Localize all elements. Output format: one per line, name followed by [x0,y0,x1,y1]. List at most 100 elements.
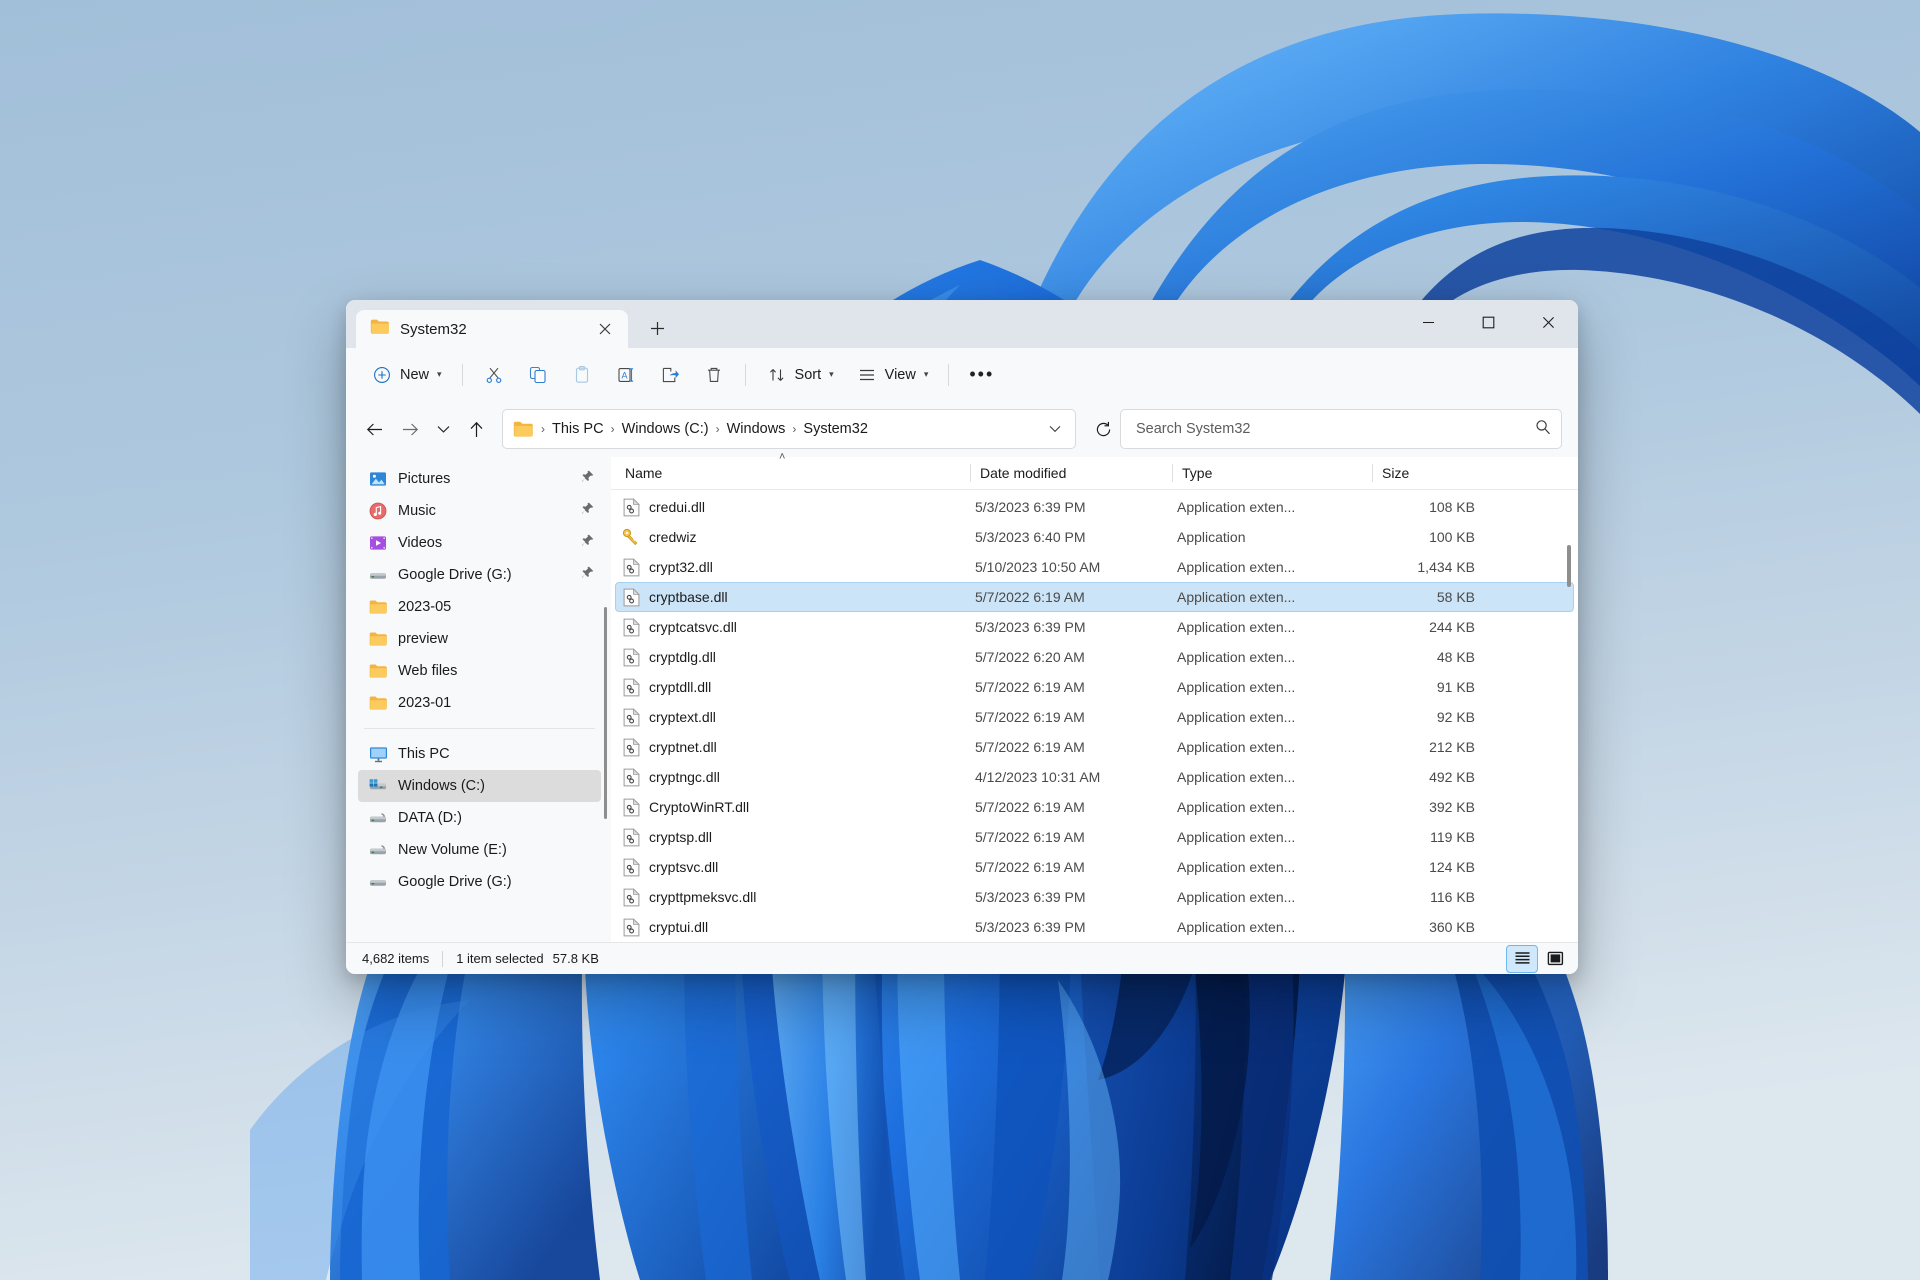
table-row[interactable]: cryptdlg.dll 5/7/2022 6:20 AM Application … [615,642,1574,672]
sidebar-item-pictures[interactable]: Pictures [358,463,601,495]
table-row[interactable]: cryptnet.dll 5/7/2022 6:19 AM Application … [615,732,1574,762]
up-button[interactable] [458,411,494,447]
cell-type: Application exten... [1177,619,1296,635]
table-row[interactable]: cryptui.dll 5/3/2023 6:39 PM Application e… [615,912,1574,942]
breadcrumb-this-pc[interactable]: This PC [546,418,610,440]
breadcrumb-windows[interactable]: Windows [721,418,792,440]
close-icon[interactable] [590,314,620,344]
sidebar-item-google-drive-g[interactable]: Google Drive (G:) [358,866,601,898]
rename-button[interactable]: A [604,356,648,394]
sidebar-item-windows-c[interactable]: Windows (C:) [358,770,601,802]
column-header-date-modified[interactable]: Date modified [970,462,1172,484]
breadcrumb-system32[interactable]: System32 [797,418,873,440]
sidebar-item-data-d[interactable]: DATA (D:) [358,802,601,834]
pin-icon[interactable] [581,534,595,552]
table-row[interactable]: cryptdll.dll 5/7/2022 6:19 AM Application … [615,672,1574,702]
table-row[interactable]: cryptext.dll 5/7/2022 6:19 AM Application … [615,702,1574,732]
sort-button-label: Sort [794,366,822,383]
paste-button[interactable] [560,356,604,394]
new-button-label: New [400,366,430,383]
dll-icon [620,887,642,907]
new-button[interactable]: New ▾ [360,356,453,394]
table-row[interactable]: cryptbase.dll 5/7/2022 6:19 AM Application… [615,582,1574,612]
view-button-label: View [884,366,916,383]
plus-circle-icon [371,364,393,386]
search-input[interactable] [1134,420,1535,438]
dll-icon [620,497,642,517]
delete-button[interactable] [692,356,736,394]
cell-size: 48 KB [1436,649,1475,665]
file-list-scroll-thumb[interactable] [1567,545,1571,587]
share-button[interactable] [648,356,692,394]
plus-icon[interactable] [642,313,672,343]
sidebar-item-label: Music [398,503,436,519]
sort-button[interactable]: Sort ▾ [755,356,845,394]
more-options-button[interactable]: ••• [958,356,1005,394]
sidebar-item-preview[interactable]: preview [358,623,601,655]
dll-icon [620,647,642,667]
search-icon[interactable] [1535,419,1551,440]
folder-icon [368,629,388,649]
sidebar-item-google-drive-g-pinned[interactable]: Google Drive (G:) [358,559,601,591]
table-row[interactable]: cryptsvc.dll 5/7/2022 6:19 AM Application … [615,852,1574,882]
copy-icon [527,364,549,386]
sidebar-item-this-pc[interactable]: This PC [358,738,601,770]
sidebar-item-2023-01[interactable]: 2023-01 [358,687,601,719]
tab-title: System32 [400,320,467,338]
cell-date-modified: 5/10/2023 10:50 AM [975,559,1101,575]
table-row[interactable]: crypttpmeksvc.dll 5/3/2023 6:39 PM Applica… [615,882,1574,912]
breadcrumb-windows-c[interactable]: Windows (C:) [616,418,715,440]
sidebar-item-web-files[interactable]: Web files [358,655,601,687]
window-controls [1398,300,1578,344]
search-box[interactable] [1120,409,1562,449]
pin-icon[interactable] [581,502,595,520]
pin-icon[interactable] [581,470,595,488]
large-icons-view-icon[interactable] [1540,946,1570,972]
dll-icon [620,917,642,937]
pin-icon[interactable] [581,566,595,584]
address-dropdown-button[interactable] [1041,414,1069,444]
column-header-type[interactable]: Type [1172,462,1372,484]
forward-button[interactable] [392,411,428,447]
hdd-icon [368,808,388,828]
sidebar-item-2023-05[interactable]: 2023-05 [358,591,601,623]
cut-button[interactable] [472,356,516,394]
sidebar-item-music[interactable]: Music [358,495,601,527]
key-icon [620,528,642,546]
table-row[interactable]: cryptsp.dll 5/7/2022 6:19 AM Application e… [615,822,1574,852]
column-header-name[interactable]: Name [615,462,970,484]
file-list-scrollbar[interactable] [1563,493,1575,938]
address-bar[interactable]: › This PC › Windows (C:) › Windows › Sys… [502,409,1076,449]
minimize-button[interactable] [1398,300,1458,344]
cell-date-modified: 4/12/2023 10:31 AM [975,769,1101,785]
table-row[interactable]: credwiz 5/3/2023 6:40 PM Application 100 KB [615,522,1574,552]
sidebar-item-label: 2023-01 [398,695,452,711]
sidebar-item-new-volume-e[interactable]: New Volume (E:) [358,834,601,866]
sidebar-scrollbar[interactable] [604,607,607,819]
dll-icon [620,557,642,577]
table-row[interactable]: CryptoWinRT.dll 5/7/2022 6:19 AM Applicati… [615,792,1574,822]
table-row[interactable]: crypt32.dll 5/10/2023 10:50 AM Application… [615,552,1574,582]
column-headers: ˄ Name Date modified Type Size [611,451,1578,490]
back-button[interactable] [356,411,392,447]
details-view-icon[interactable] [1506,944,1538,973]
cell-size: 212 KB [1429,739,1475,755]
table-row[interactable]: cryptcatsvc.dll 5/3/2023 6:39 PM Applicati… [615,612,1574,642]
recent-locations-button[interactable] [428,411,458,447]
tab-system32[interactable]: System32 [356,310,628,348]
sidebar-item-videos[interactable]: Videos [358,527,601,559]
table-row[interactable]: cryptngc.dll 4/12/2023 10:31 AM Applicatio… [615,762,1574,792]
copy-button[interactable] [516,356,560,394]
cell-type: Application exten... [1177,889,1296,905]
table-row[interactable]: credui.dll 5/3/2023 6:39 PM Application ex… [615,492,1574,522]
cell-name: cryptext.dll [649,709,716,725]
cell-date-modified: 5/7/2022 6:19 AM [975,739,1085,755]
cell-name: cryptdll.dll [649,679,712,695]
column-header-size[interactable]: Size [1372,462,1502,484]
close-button[interactable] [1518,300,1578,344]
view-button[interactable]: View ▾ [845,356,940,394]
cell-date-modified: 5/7/2022 6:20 AM [975,649,1085,665]
refresh-button[interactable] [1086,412,1120,446]
videos-icon [368,533,388,553]
maximize-button[interactable] [1458,300,1518,344]
